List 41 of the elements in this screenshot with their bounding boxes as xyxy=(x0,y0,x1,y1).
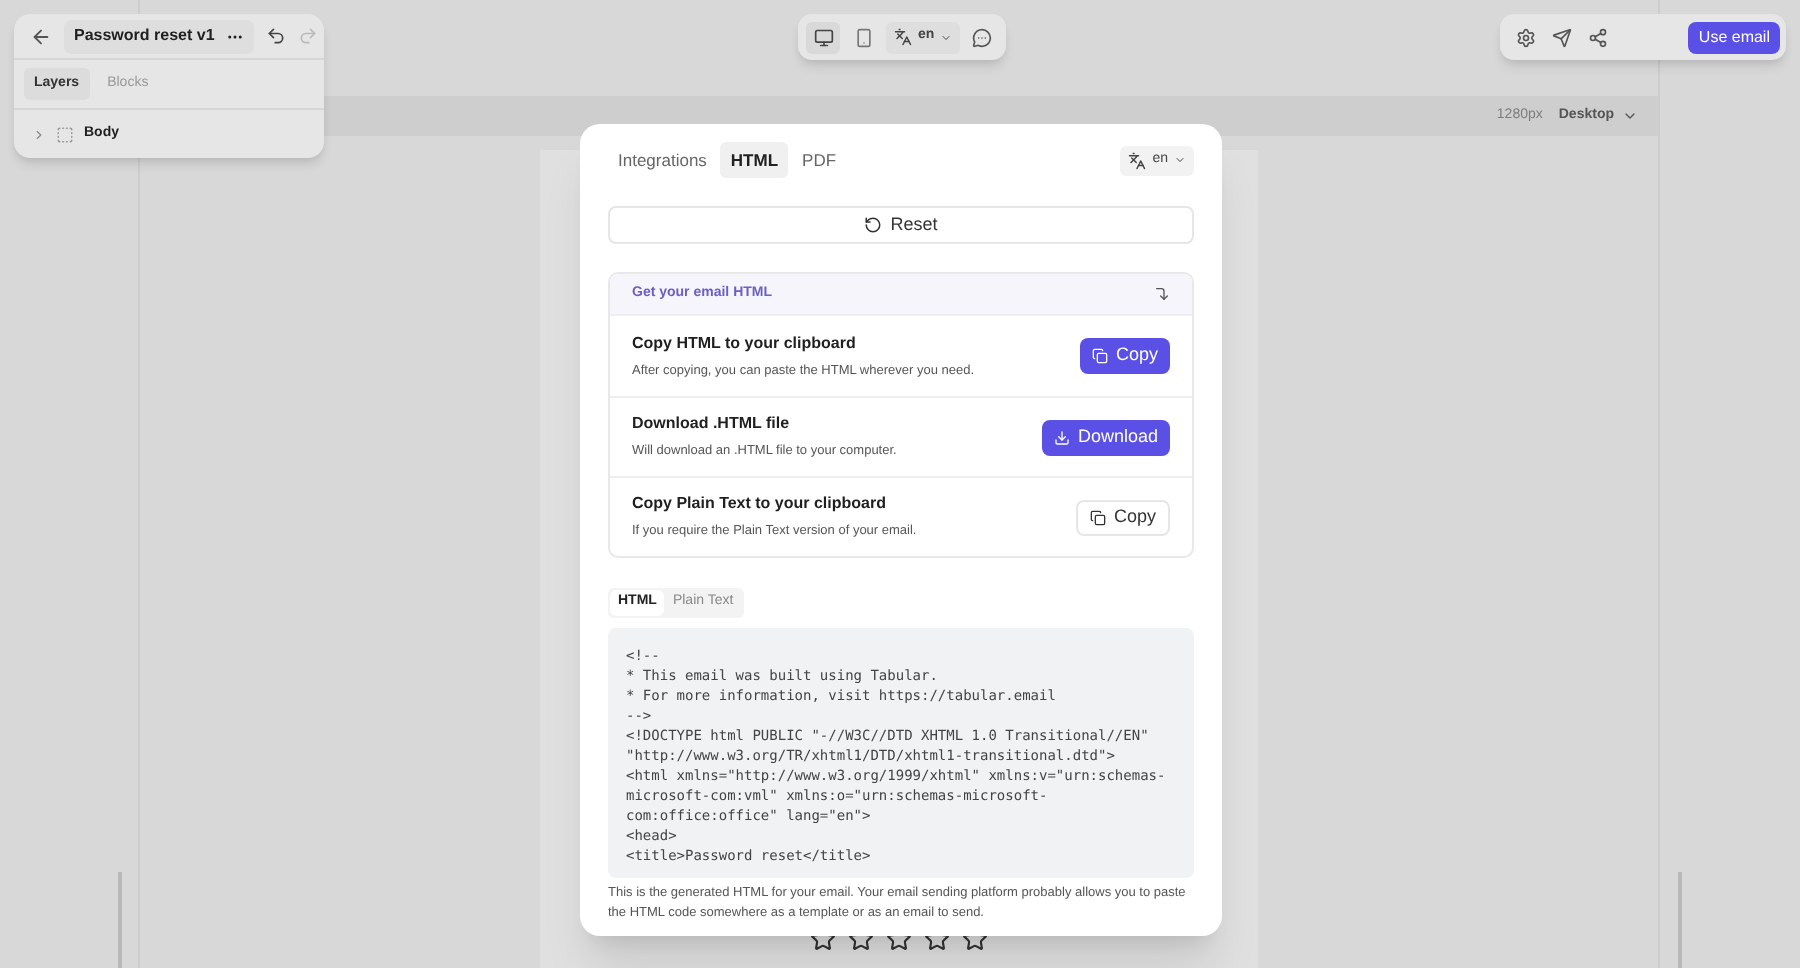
reset-icon xyxy=(864,216,883,234)
download-button[interactable]: Download xyxy=(1041,419,1170,455)
dialog-tab[interactable]: PDF xyxy=(792,142,847,178)
chevron-down-icon xyxy=(940,31,953,43)
monitor-icon xyxy=(813,27,833,47)
action-title: Download .HTML file xyxy=(632,412,792,437)
paper-plane-icon xyxy=(1552,27,1572,47)
send-button[interactable] xyxy=(1552,27,1572,47)
undo-icon xyxy=(266,26,287,46)
chevron-down-icon xyxy=(1174,154,1186,166)
phone-icon xyxy=(853,27,873,47)
dialog-tab[interactable]: HTML xyxy=(720,142,789,178)
chevron-down-icon xyxy=(1622,108,1638,124)
document-title[interactable]: Password reset v1 xyxy=(64,19,255,53)
use-email-button[interactable]: Use email xyxy=(1688,21,1780,53)
back-button[interactable] xyxy=(30,25,52,47)
settings-button[interactable] xyxy=(1516,27,1536,47)
scrollbar[interactable] xyxy=(118,872,122,968)
redo-icon xyxy=(298,26,319,46)
settings-icon xyxy=(1516,27,1536,47)
copy-icon xyxy=(1089,509,1106,525)
share-icon xyxy=(1588,27,1608,47)
scrollbar[interactable] xyxy=(1678,872,1682,968)
undo-button[interactable] xyxy=(266,26,287,46)
dialog-tab[interactable]: Integrations xyxy=(608,142,717,178)
share-button[interactable] xyxy=(1588,27,1608,47)
desktop-button[interactable] xyxy=(806,21,840,53)
action-title: Copy Plain Text to your clipboard xyxy=(632,492,888,517)
block-icon xyxy=(56,125,74,143)
corner-arrow-icon xyxy=(1154,286,1170,302)
copy-icon xyxy=(1091,348,1108,364)
translate-icon xyxy=(894,28,912,46)
action-title: Copy HTML to your clipboard xyxy=(632,331,858,356)
download-icon xyxy=(1053,429,1070,445)
reset-button[interactable]: Reset xyxy=(608,206,1194,244)
chat-bubble-icon xyxy=(972,27,993,47)
chevron-icon xyxy=(32,127,46,141)
copy-button[interactable]: Copy xyxy=(1079,338,1170,374)
copy-button[interactable]: Copy xyxy=(1075,499,1170,535)
back-arrow-icon xyxy=(30,25,52,47)
translate-icon xyxy=(1128,151,1147,169)
